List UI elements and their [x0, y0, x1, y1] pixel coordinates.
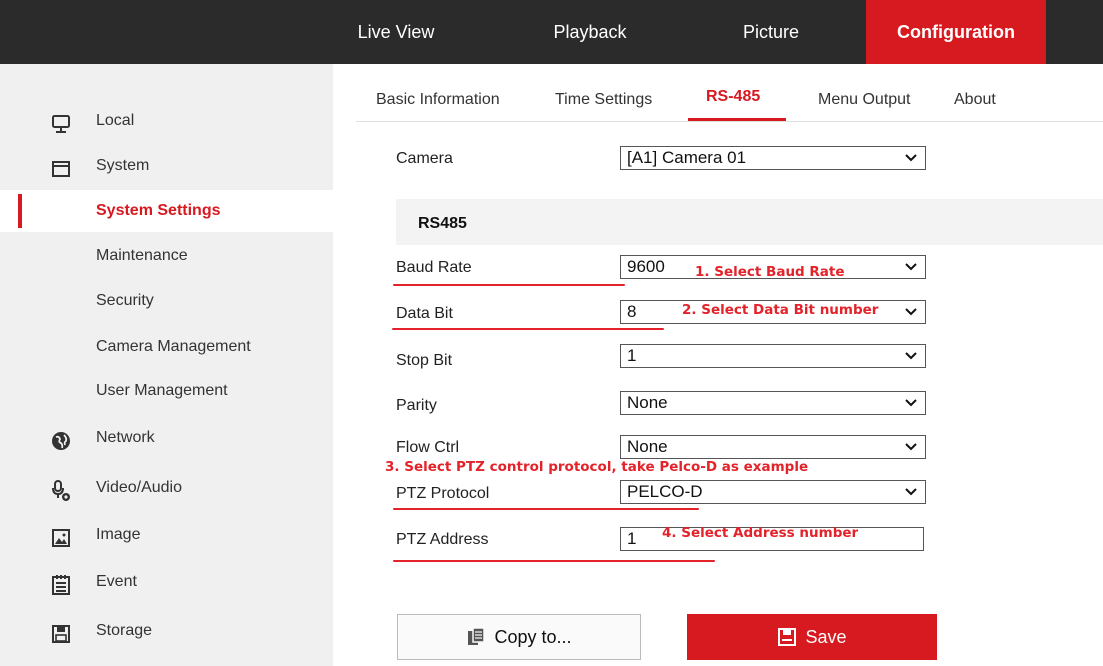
sidebar-item-storage[interactable]: Storage — [0, 610, 333, 652]
active-tab-indicator — [688, 118, 786, 121]
sidebar-item-label: System Settings — [96, 202, 221, 219]
data-bit-label: Data Bit — [396, 305, 453, 322]
sidebar-item-system-settings[interactable]: System Settings — [0, 190, 333, 232]
annotation-underline — [393, 284, 625, 286]
flow-ctrl-value: None — [627, 437, 668, 456]
ptz-address-label: PTZ Address — [396, 531, 489, 548]
copy-to-button[interactable]: Copy to... — [397, 614, 641, 660]
sidebar-item-label: User Management — [96, 382, 228, 399]
chevron-down-icon — [905, 263, 917, 271]
nav-live-view[interactable]: Live View — [344, 0, 448, 64]
baud-rate-label: Baud Rate — [396, 259, 472, 276]
sidebar-item-label: Image — [96, 526, 141, 543]
save-disk-icon — [50, 620, 72, 643]
annotation-baud-rate: 1. Select Baud Rate — [695, 264, 845, 280]
window-icon — [50, 155, 72, 177]
parity-value: None — [627, 393, 668, 412]
top-navigation-bar: Live View Playback Picture Configuration — [0, 0, 1103, 64]
baud-rate-value: 9600 — [627, 257, 665, 276]
microphone-camera-icon — [50, 477, 72, 501]
sidebar-item-maintenance[interactable]: Maintenance — [0, 235, 333, 277]
nav-picture[interactable]: Picture — [716, 0, 826, 64]
globe-icon — [50, 427, 72, 450]
sidebar-item-event[interactable]: Event — [0, 561, 333, 603]
calendar-list-icon — [50, 571, 72, 595]
sidebar-item-system[interactable]: System — [0, 145, 333, 187]
annotation-underline — [393, 508, 699, 510]
monitor-icon — [50, 110, 72, 133]
sidebar-item-camera-management[interactable]: Camera Management — [0, 326, 333, 368]
chevron-down-icon — [905, 154, 917, 162]
chevron-down-icon — [905, 399, 917, 407]
chevron-down-icon — [905, 443, 917, 451]
sidebar-item-local[interactable]: Local — [0, 100, 333, 142]
camera-select-value: [A1] Camera 01 — [627, 148, 747, 167]
camera-select[interactable]: [A1] Camera 01 — [620, 146, 926, 170]
tab-menu-output[interactable]: Menu Output — [818, 91, 911, 109]
chevron-down-icon — [905, 308, 917, 316]
nav-playback[interactable]: Playback — [530, 0, 650, 64]
annotation-ptz-protocol: 3. Select PTZ control protocol, take Pel… — [385, 459, 809, 475]
sidebar-item-video-audio[interactable]: Video/Audio — [0, 467, 333, 509]
annotation-underline — [392, 328, 664, 330]
save-icon — [778, 628, 797, 646]
stop-bit-select[interactable]: 1 — [620, 344, 926, 368]
chevron-down-icon — [905, 488, 917, 496]
copy-icon — [468, 627, 486, 645]
save-button[interactable]: Save — [687, 614, 937, 660]
image-icon — [50, 524, 72, 547]
ptz-protocol-select[interactable]: PELCO-D — [620, 480, 926, 504]
sidebar-item-label: System — [96, 157, 150, 174]
tab-about[interactable]: About — [954, 91, 996, 109]
chevron-down-icon — [905, 352, 917, 360]
sidebar-item-image[interactable]: Image — [0, 514, 333, 556]
ptz-address-value: 1 — [627, 529, 637, 548]
sidebar: Local System System Settings Maintenance… — [0, 64, 333, 666]
annotation-data-bit: 2. Select Data Bit number — [682, 302, 879, 318]
sidebar-item-label: Local — [96, 112, 135, 129]
parity-label: Parity — [396, 397, 437, 414]
annotation-underline — [393, 560, 715, 562]
camera-label: Camera — [396, 150, 453, 167]
section-title: RS485 — [418, 215, 467, 232]
tab-basic-information[interactable]: Basic Information — [376, 91, 500, 109]
sidebar-item-network[interactable]: Network — [0, 417, 333, 459]
sidebar-item-user-management[interactable]: User Management — [0, 370, 333, 412]
sidebar-item-label: Event — [96, 573, 137, 590]
copy-to-label: Copy to... — [494, 626, 572, 647]
tab-rs-485[interactable]: RS-485 — [706, 88, 760, 106]
tab-bar: Basic Information Time Settings RS-485 M… — [356, 64, 1103, 122]
flow-ctrl-label: Flow Ctrl — [396, 439, 460, 456]
save-label: Save — [805, 626, 847, 647]
flow-ctrl-select[interactable]: None — [620, 435, 926, 459]
section-header — [396, 199, 1103, 245]
data-bit-value: 8 — [627, 302, 637, 321]
tab-time-settings[interactable]: Time Settings — [555, 91, 652, 109]
sidebar-item-label: Storage — [96, 622, 153, 639]
stop-bit-label: Stop Bit — [396, 352, 453, 369]
sidebar-item-label: Camera Management — [96, 338, 251, 355]
sidebar-item-label: Video/Audio — [96, 479, 182, 496]
ptz-protocol-value: PELCO-D — [627, 482, 703, 501]
stop-bit-value: 1 — [627, 346, 637, 365]
annotation-ptz-address: 4. Select Address number — [662, 525, 859, 541]
sidebar-item-label: Security — [96, 292, 154, 309]
ptz-protocol-label: PTZ Protocol — [396, 485, 490, 502]
nav-configuration[interactable]: Configuration — [866, 0, 1046, 64]
sidebar-item-security[interactable]: Security — [0, 280, 333, 322]
sidebar-item-label: Maintenance — [96, 247, 188, 264]
sidebar-item-label: Network — [96, 429, 155, 446]
parity-select[interactable]: None — [620, 391, 926, 415]
